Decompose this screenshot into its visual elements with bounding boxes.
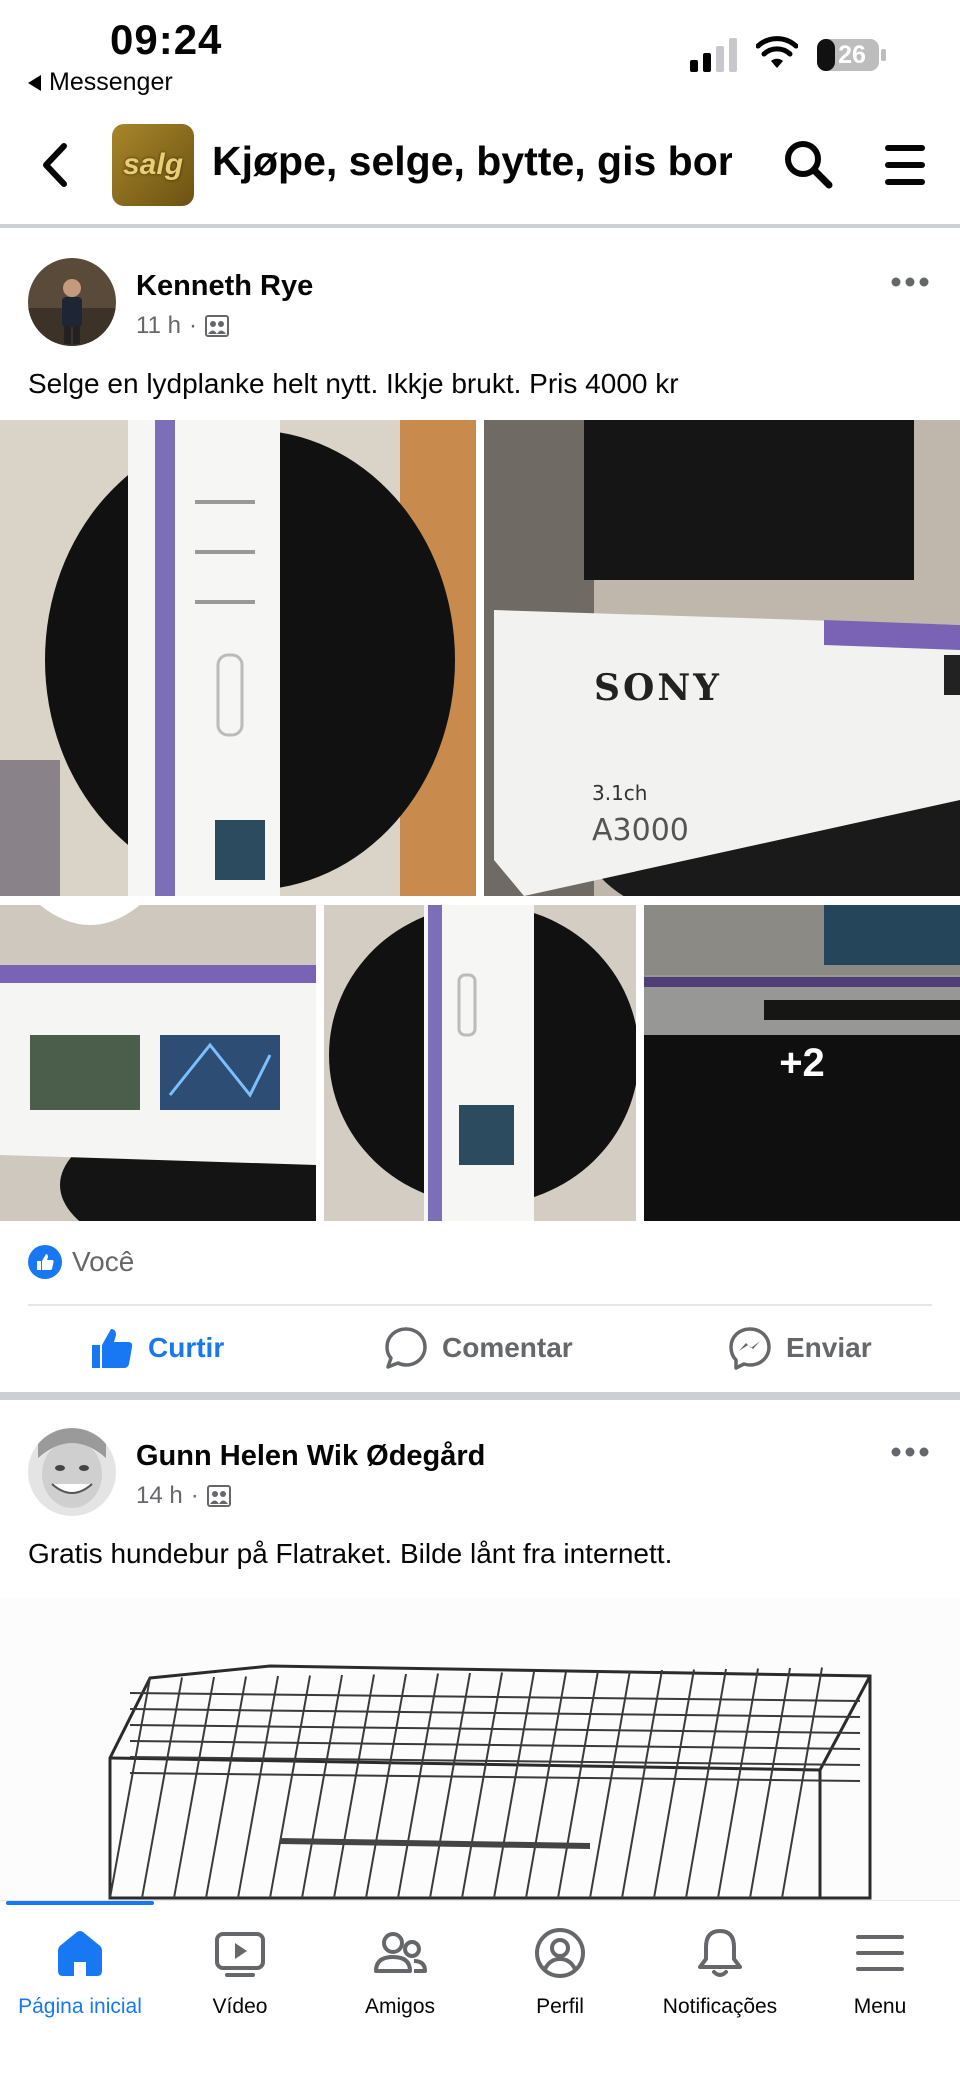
nav-profile-label: Perfil bbox=[536, 1995, 584, 2018]
friends-icon bbox=[374, 1932, 427, 1973]
nav-friends-label: Amigos bbox=[364, 1995, 436, 2018]
nav-notifications[interactable]: Notificações bbox=[640, 1925, 800, 2019]
post-author[interactable]: Gunn Helen Wik Ødegård bbox=[136, 1440, 485, 1473]
post-photo[interactable] bbox=[0, 1598, 960, 1900]
avatar[interactable] bbox=[28, 1428, 116, 1516]
nav-home[interactable]: Página inicial bbox=[0, 1925, 160, 2019]
menu-icon bbox=[856, 1935, 904, 1971]
post-text: Gratis hundebur på Flatraket. Bilde lånt… bbox=[28, 1538, 673, 1569]
group-audience-icon bbox=[206, 1485, 231, 1507]
active-tab-indicator bbox=[6, 1901, 154, 1905]
nav-home-label: Página inicial bbox=[18, 1995, 142, 2018]
more-options-icon[interactable] bbox=[890, 1444, 930, 1460]
nav-profile[interactable]: Perfil bbox=[480, 1925, 640, 2019]
nav-menu-label: Menu bbox=[853, 1995, 907, 2018]
bell-icon bbox=[698, 1929, 742, 1977]
nav-friends[interactable]: Amigos bbox=[320, 1925, 480, 2019]
post-gunn-helen: Gunn Helen Wik Ødegård 14 h · Gratis hun… bbox=[0, 0, 960, 1900]
post-meta: 14 h · bbox=[136, 1482, 231, 1510]
profile-icon bbox=[535, 1928, 585, 1978]
post-time: 14 h bbox=[136, 1482, 183, 1509]
nav-menu[interactable]: Menu bbox=[800, 1925, 960, 2019]
video-icon bbox=[215, 1932, 265, 1977]
nav-notifications-label: Notificações bbox=[662, 1995, 778, 2018]
nav-video-label: Vídeo bbox=[212, 1995, 268, 2018]
bottom-navigation: Página inicial Vídeo Amigos Perfil Notif… bbox=[0, 1900, 960, 2077]
home-icon bbox=[58, 1931, 102, 1976]
nav-video[interactable]: Vídeo bbox=[160, 1925, 320, 2019]
